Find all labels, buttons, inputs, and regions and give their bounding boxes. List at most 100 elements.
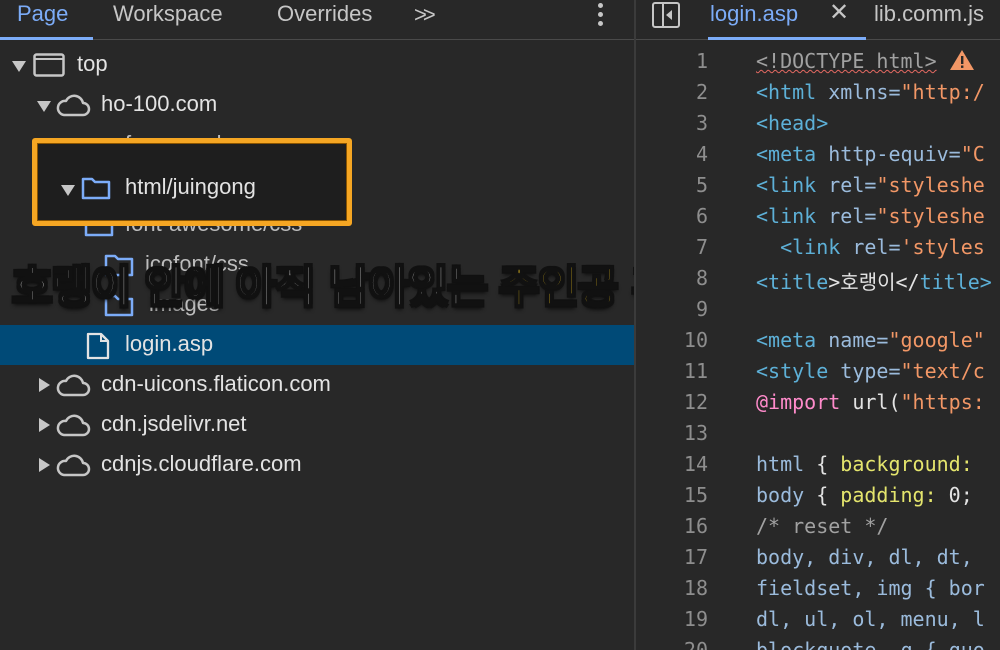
code-token: "google" (888, 328, 985, 352)
code-line[interactable]: 10 <meta name="google" (636, 324, 1000, 355)
collapse-arrow-icon[interactable] (39, 378, 50, 392)
cloud-icon (55, 454, 91, 478)
navigator-tabbar: Page Workspace Overrides >> (0, 0, 634, 40)
tree-item-cdn-jsdelivr[interactable]: cdn.jsdelivr.net (0, 405, 634, 445)
code-token: { (804, 452, 841, 476)
code-token: 'styles (900, 235, 985, 259)
line-source: blockquote, q { quo (756, 638, 985, 650)
line-number[interactable]: 13 (660, 421, 708, 445)
code-token: dl, ul, ol, menu, l (756, 607, 985, 631)
code-line[interactable]: 5 <link rel="styleshe (636, 169, 1000, 200)
line-number[interactable]: 6 (660, 204, 708, 228)
code-token: name= (816, 328, 889, 352)
line-number[interactable]: 10 (660, 328, 708, 352)
code-line[interactable]: 7 <link rel='styles (636, 231, 1000, 262)
more-options-icon[interactable] (596, 3, 604, 29)
tree-item-top[interactable]: top (0, 45, 634, 85)
code-line[interactable]: 6 <link rel="styleshe (636, 200, 1000, 231)
line-number[interactable]: 19 (660, 607, 708, 631)
line-number[interactable]: 7 (660, 235, 708, 259)
tab-overrides[interactable]: Overrides (277, 0, 372, 40)
tree-item-label: ho-100.com (101, 91, 218, 116)
code-token: padding: (840, 483, 937, 507)
line-source: <meta name="google" (756, 328, 985, 352)
expand-arrow-icon[interactable] (12, 61, 26, 72)
code-line[interactable]: 1 <!DOCTYPE html> (636, 45, 1000, 76)
expand-arrow-icon[interactable] (61, 185, 75, 196)
line-number[interactable]: 12 (660, 390, 708, 414)
code-line[interactable]: 19 dl, ul, ol, menu, l (636, 603, 1000, 634)
expand-arrow-icon[interactable] (37, 101, 51, 112)
line-number[interactable]: 2 (660, 80, 708, 104)
cloud-icon (55, 94, 91, 118)
collapse-arrow-icon[interactable] (39, 458, 50, 472)
cloud-icon (55, 414, 91, 438)
line-number[interactable]: 20 (660, 638, 708, 650)
code-line[interactable]: 18 fieldset, img { bor (636, 572, 1000, 603)
tree-item-label: top (77, 51, 108, 76)
code-line[interactable]: 17 body, div, dl, dt, (636, 541, 1000, 572)
line-source: @import url("https: (756, 390, 985, 414)
code-line[interactable]: 16 /* reset */ (636, 510, 1000, 541)
line-source: html { background: (756, 452, 973, 476)
folder-icon (81, 176, 111, 200)
tree-item-label: html/juingong (125, 174, 256, 199)
code-token: http-equiv= (816, 142, 961, 166)
line-number[interactable]: 18 (660, 576, 708, 600)
tab-login-asp[interactable]: login.asp (707, 0, 867, 40)
code-line[interactable]: 15 body { padding: 0; (636, 479, 1000, 510)
cloud-icon (55, 374, 91, 398)
code-token: /* reset */ (756, 514, 889, 538)
code-line[interactable]: 2 <html xmlns="http:/ (636, 76, 1000, 107)
code-line[interactable]: 9 (636, 293, 1000, 324)
tab-page[interactable]: Page (17, 0, 68, 40)
highlighted-folder-row[interactable]: html/juingong (37, 143, 347, 221)
code-editor-panel: login.asp ✕ lib.comm.js 1 <!DOCTYPE html>… (636, 0, 1000, 650)
code-line[interactable]: 8 <title>호랭이</title> (636, 262, 1000, 295)
code-line[interactable]: 20 blockquote, q { quo (636, 634, 1000, 650)
line-number[interactable]: 8 (660, 266, 708, 290)
code-line[interactable]: 3 <head> (636, 107, 1000, 138)
tab-lib-comm-js[interactable]: lib.comm.js (874, 0, 984, 40)
toggle-navigator-icon[interactable] (652, 2, 680, 28)
line-number[interactable]: 1 (660, 49, 708, 73)
code-line[interactable]: 11 <style type="text/c (636, 355, 1000, 386)
code-token: <link (756, 204, 817, 228)
line-source: body { padding: 0; (756, 483, 973, 507)
code-token: <link (756, 235, 841, 259)
tree-item-login-asp[interactable]: login.asp (0, 325, 634, 365)
line-number[interactable]: 15 (660, 483, 708, 507)
line-number[interactable]: 9 (660, 297, 708, 321)
code-token: <meta (756, 142, 817, 166)
close-tab-icon[interactable]: ✕ (829, 0, 849, 39)
frame-icon (33, 53, 65, 77)
tab-workspace[interactable]: Workspace (113, 0, 223, 40)
caption-overlay: 호랭이 안에 아직 남아있는 주인공 흔적 (11, 251, 713, 315)
line-number[interactable]: 5 (660, 173, 708, 197)
code-line[interactable]: 4 <meta http-equiv="C (636, 138, 1000, 169)
collapse-arrow-icon[interactable] (39, 418, 50, 432)
line-number[interactable]: 17 (660, 545, 708, 569)
code-token: @import (756, 390, 841, 414)
tree-item-cdn-uicons[interactable]: cdn-uicons.flaticon.com (0, 365, 634, 405)
active-tab-indicator (0, 37, 93, 40)
line-number[interactable]: 4 (660, 142, 708, 166)
code-line[interactable]: 14 html { background: (636, 448, 1000, 479)
line-number[interactable]: 16 (660, 514, 708, 538)
line-source: <html xmlns="http:/ (756, 80, 985, 104)
line-number[interactable]: 14 (660, 452, 708, 476)
tree-item-cdnjs[interactable]: cdnjs.cloudflare.com (0, 445, 634, 485)
line-source: <title>호랭이</title> (756, 266, 992, 295)
more-tabs-icon[interactable]: >> (414, 2, 436, 28)
code-line[interactable]: 13 (636, 417, 1000, 448)
tree-item-domain[interactable]: ho-100.com (0, 85, 634, 125)
line-number[interactable]: 3 (660, 111, 708, 135)
line-source: <!DOCTYPE html> (756, 49, 975, 76)
caption-part-2: 아직 남아있는 (235, 261, 489, 314)
warning-icon[interactable] (949, 49, 975, 76)
line-number[interactable]: 11 (660, 359, 708, 383)
code-line[interactable]: 12 @import url("https: (636, 386, 1000, 417)
code-token: xmlns= (816, 80, 901, 104)
code-token: >호랭이</ (828, 270, 920, 294)
line-source: <link rel="styleshe (756, 204, 985, 228)
